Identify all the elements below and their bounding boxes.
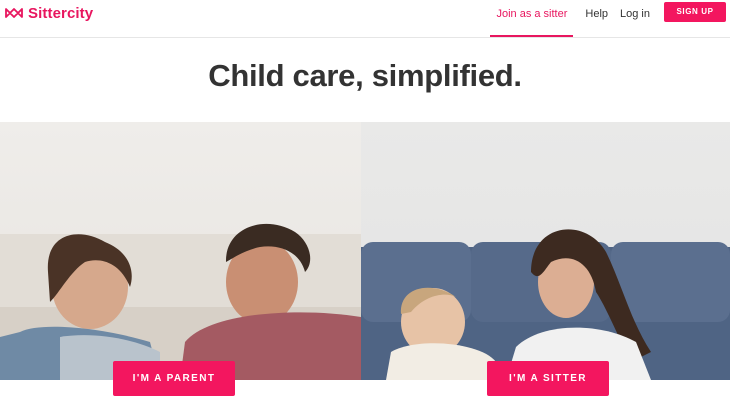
nav-links: Join as a sitter Help Log in SIGN UP: [490, 0, 726, 38]
parent-photo: [0, 122, 361, 380]
top-nav: Sittercity Join as a sitter Help Log in …: [0, 0, 730, 38]
im-a-parent-button[interactable]: I'M A PARENT: [113, 361, 235, 396]
sittercity-logo-icon: [5, 8, 23, 18]
brand-name: Sittercity: [28, 4, 94, 22]
help-link[interactable]: Help: [579, 0, 614, 38]
im-a-sitter-button[interactable]: I'M A SITTER: [487, 361, 609, 396]
signup-button[interactable]: SIGN UP: [664, 2, 726, 22]
sitter-photo-illustration: [361, 229, 730, 380]
sitter-photo: [361, 122, 730, 380]
join-as-sitter-link[interactable]: Join as a sitter: [490, 0, 574, 37]
brand-logo-link[interactable]: Sittercity: [4, 4, 93, 22]
page-title: Child care, simplified.: [208, 58, 522, 93]
login-link[interactable]: Log in: [614, 0, 656, 38]
parent-photo-illustration: [0, 223, 361, 380]
